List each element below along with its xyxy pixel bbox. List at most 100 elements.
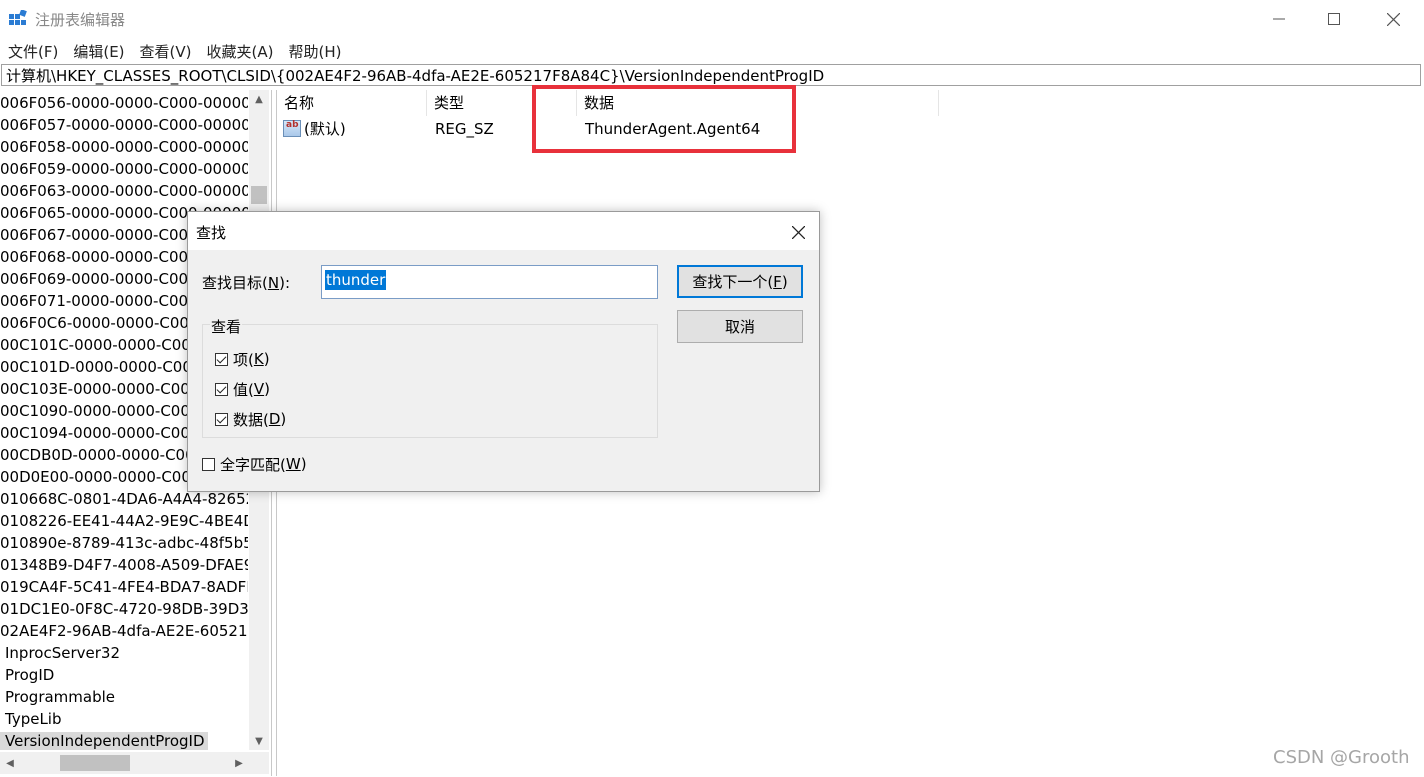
tree-item-label: 006F059-0000-0000-C000-000000 <box>0 160 248 178</box>
tree-item-label: InprocServer32 <box>5 644 120 662</box>
tree-item-selected[interactable]: VersionIndependentProgID <box>0 730 248 752</box>
option-keys[interactable]: 项(K) <box>215 349 270 369</box>
scroll-right-icon[interactable]: ▶ <box>229 754 249 772</box>
tree-item-label: 02AE4F2-96AB-4dfa-AE2E-605217F <box>0 622 248 640</box>
whole-word-suffix: ) <box>300 455 307 473</box>
tree-item-label: ProgID <box>5 666 55 684</box>
find-next-prefix: 查找下一个( <box>692 273 774 291</box>
tree-hscroll-thumb[interactable] <box>60 755 130 771</box>
tree-item-label: 006F057-0000-0000-C000-000000 <box>0 116 248 134</box>
whole-word-prefix: 全字匹配( <box>220 455 286 474</box>
find-next-key: F <box>773 272 782 291</box>
value-name[interactable]: (默认) <box>304 118 346 140</box>
menu-view[interactable]: 查看(V) <box>132 38 199 62</box>
tree-item-label: 01348B9-D4F7-4008-A509-DFAE98 <box>0 556 248 574</box>
tree-item[interactable]: Programmable <box>0 686 248 708</box>
tree-item-label: 006F058-0000-0000-C000-000000 <box>0 138 248 156</box>
find-label-suffix: ): <box>279 274 290 292</box>
option-values-suffix: ) <box>264 380 270 398</box>
option-values[interactable]: 值(V) <box>215 379 270 399</box>
regedit-icon <box>9 10 27 25</box>
values-checkbox[interactable] <box>215 382 228 396</box>
data-checkbox[interactable] <box>215 412 228 426</box>
highlight-annotation <box>532 85 796 153</box>
find-next-button[interactable]: 查找下一个(F) <box>677 265 803 298</box>
tree-item-label: 010890e-8789-413c-adbc-48f5b51 <box>0 534 248 552</box>
dialog-title-bar <box>188 212 819 250</box>
value-type[interactable]: REG_SZ <box>435 118 494 140</box>
string-value-icon: ab <box>283 120 301 137</box>
tree-item-label: 0108226-EE41-44A2-9E9C-4BE4D5 <box>0 512 248 530</box>
tree-item[interactable]: 0108226-EE41-44A2-9E9C-4BE4D5 <box>0 510 248 532</box>
address-bar[interactable]: 计算机\HKEY_CLASSES_ROOT\CLSID\{002AE4F2-96… <box>1 64 1421 86</box>
title-bar: 注册表编辑器 <box>0 0 1424 38</box>
option-data-suffix: ) <box>280 410 287 428</box>
tree-item-label: 006F063-0000-0000-C000-000000 <box>0 182 248 200</box>
tree-item-label: 019CA4F-5C41-4FE4-BDA7-8ADFE5 <box>0 578 248 596</box>
scroll-up-icon[interactable]: ▲ <box>249 90 269 108</box>
cancel-button[interactable]: 取消 <box>677 310 803 343</box>
tree-item-label: Programmable <box>5 688 116 706</box>
close-icon <box>791 225 805 239</box>
option-keys-key: K <box>253 350 264 368</box>
find-target-label: 查找目标(N): <box>202 272 290 293</box>
tree-item-label: TypeLib <box>5 710 62 728</box>
whole-word-key: W <box>285 455 301 473</box>
option-values-prefix: 值( <box>233 380 254 399</box>
dialog-title: 查找 <box>196 224 227 242</box>
tree-item[interactable]: 010890e-8789-413c-adbc-48f5b51 <box>0 532 248 554</box>
close-button[interactable] <box>1364 0 1422 38</box>
tree-item-label: 006F056-0000-0000-C000-000000 <box>0 94 248 112</box>
scroll-left-icon[interactable]: ◀ <box>0 754 20 772</box>
tree-item[interactable]: 01348B9-D4F7-4008-A509-DFAE98 <box>0 554 248 576</box>
tree-item-label: VersionIndependentProgID <box>0 732 208 750</box>
tree-item-label: 01DC1E0-0F8C-4720-98DB-39D32A <box>0 600 248 618</box>
tree-item[interactable]: 006F057-0000-0000-C000-000000 <box>0 114 248 136</box>
dialog-close-button[interactable] <box>786 221 810 243</box>
tree-item[interactable]: TypeLib <box>0 708 248 730</box>
menu-bar: 文件(F) 编辑(E) 查看(V) 收藏夹(A) 帮助(H) <box>0 38 348 62</box>
scroll-corner <box>249 752 269 774</box>
tree-item[interactable]: 006F058-0000-0000-C000-000000 <box>0 136 248 158</box>
find-target-value: thunder <box>325 270 387 290</box>
close-icon <box>1386 12 1400 26</box>
window-title: 注册表编辑器 <box>35 11 126 29</box>
option-data-prefix: 数据( <box>233 410 269 429</box>
maximize-icon <box>1328 13 1340 25</box>
option-whole-word[interactable]: 全字匹配(W) <box>202 454 307 474</box>
option-keys-prefix: 项( <box>233 350 254 369</box>
find-label-key: N <box>267 274 280 292</box>
menu-edit[interactable]: 编辑(E) <box>65 38 131 62</box>
find-target-input[interactable]: thunder <box>321 265 658 299</box>
tree-item-label: 010668C-0801-4DA6-A4A4-82652 <box>0 490 248 508</box>
tree-item[interactable]: 019CA4F-5C41-4FE4-BDA7-8ADFE5 <box>0 576 248 598</box>
tree-item[interactable]: ProgID <box>0 664 248 686</box>
scroll-down-icon[interactable]: ▼ <box>249 732 269 750</box>
option-keys-suffix: ) <box>263 350 270 368</box>
option-data[interactable]: 数据(D) <box>215 409 286 429</box>
menu-file[interactable]: 文件(F) <box>0 38 65 62</box>
tree-item[interactable]: 006F056-0000-0000-C000-000000 <box>0 92 248 114</box>
tree-horizontal-scrollbar[interactable]: ◀ ▶ <box>0 752 249 774</box>
tree-item[interactable]: InprocServer32 <box>0 642 248 664</box>
watermark: CSDN @Grooth <box>1273 747 1410 768</box>
tree-item[interactable]: 02AE4F2-96AB-4dfa-AE2E-605217F <box>0 620 248 642</box>
minimize-button[interactable] <box>1250 0 1308 38</box>
option-data-key: D <box>268 410 281 428</box>
look-at-label: 查看 <box>210 316 243 337</box>
whole-word-checkbox[interactable] <box>202 457 215 471</box>
menu-favorites[interactable]: 收藏夹(A) <box>199 38 281 62</box>
find-next-suffix: ) <box>781 272 788 291</box>
tree-item[interactable]: 006F059-0000-0000-C000-000000 <box>0 158 248 180</box>
column-name[interactable]: 名称 <box>277 90 427 116</box>
maximize-button[interactable] <box>1305 0 1363 38</box>
keys-checkbox[interactable] <box>215 352 228 366</box>
tree-scroll-thumb[interactable] <box>251 186 267 204</box>
tree-item[interactable]: 01DC1E0-0F8C-4720-98DB-39D32A <box>0 598 248 620</box>
tree-item[interactable]: 006F063-0000-0000-C000-000000 <box>0 180 248 202</box>
find-dialog: 查找 查找目标(N): thunder 查找下一个(F) 取消 查看 项(K) … <box>187 211 820 492</box>
option-values-key: V <box>253 380 265 398</box>
menu-help[interactable]: 帮助(H) <box>280 38 348 62</box>
minimize-icon <box>1273 18 1285 20</box>
find-label-prefix: 查找目标( <box>202 274 268 292</box>
